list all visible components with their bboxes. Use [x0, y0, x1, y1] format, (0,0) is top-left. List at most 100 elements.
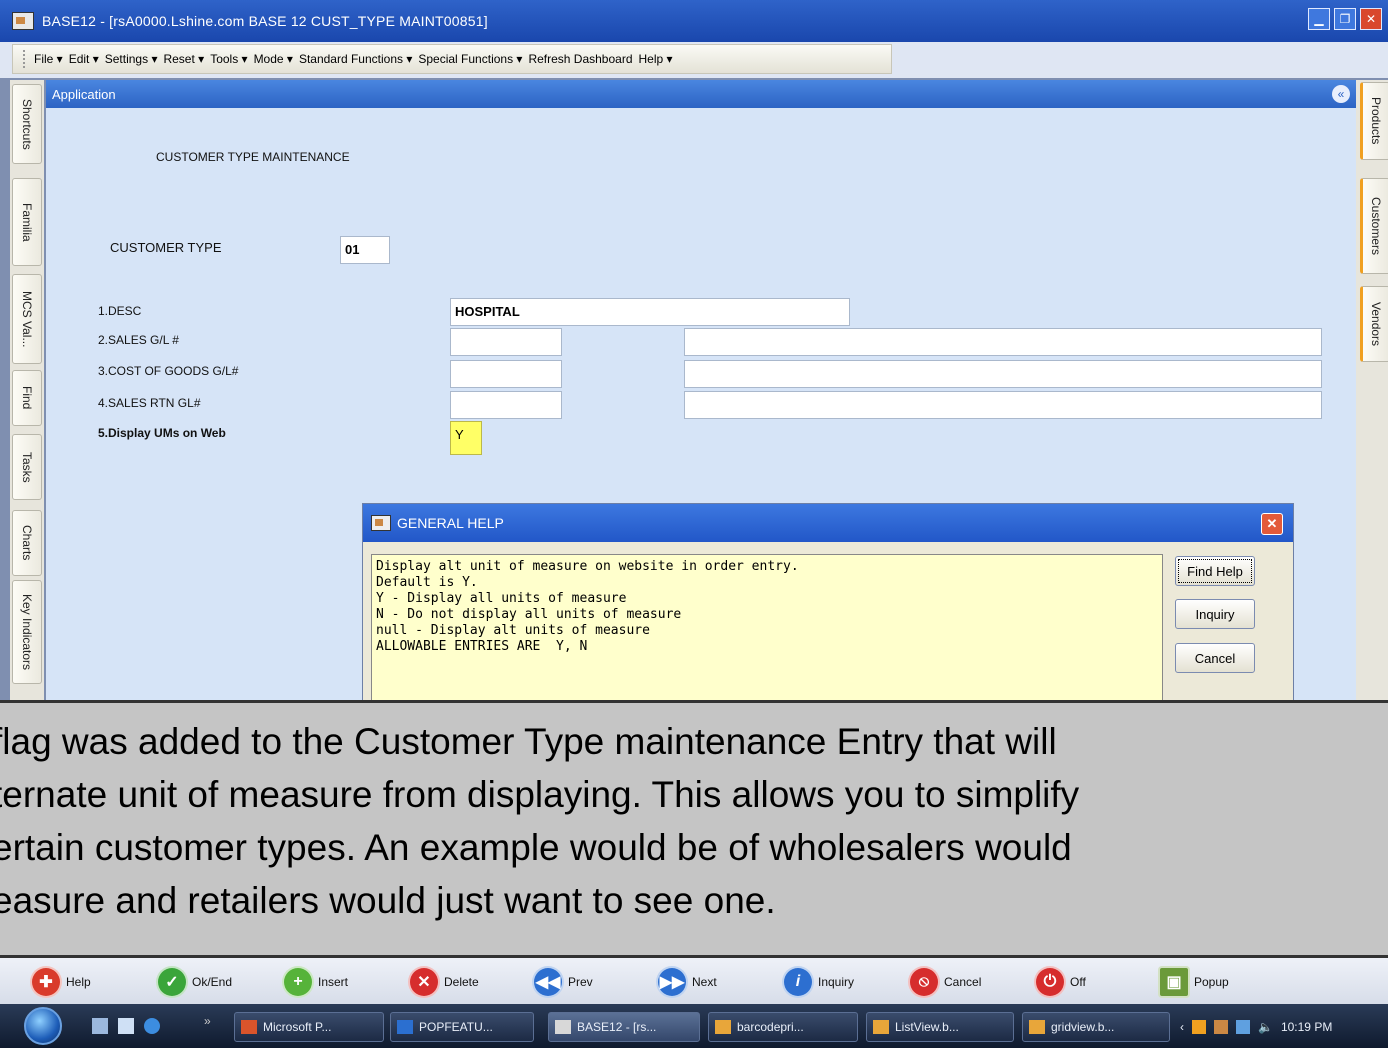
tab-find[interactable]: Find — [12, 370, 42, 426]
grip-handle[interactable] — [23, 50, 26, 68]
next-tool-button[interactable]: ▶▶ Next — [656, 966, 717, 998]
sales-gl-description-field[interactable] — [684, 328, 1322, 356]
power-icon: ⏻ — [1034, 966, 1066, 998]
menu-refresh-dashboard[interactable]: Refresh Dashboard — [528, 52, 632, 66]
customer-type-field[interactable]: 01 — [340, 236, 390, 264]
info-icon: i — [782, 966, 814, 998]
menu-edit[interactable]: Edit ▾ — [69, 52, 99, 66]
prev-tool-label: Prev — [568, 975, 593, 989]
start-button-icon[interactable] — [24, 1007, 62, 1045]
sales-gl-field[interactable] — [450, 328, 562, 356]
find-help-button[interactable]: Find Help — [1175, 556, 1255, 586]
menu-reset[interactable]: Reset ▾ — [163, 52, 204, 66]
cost-of-goods-description-field[interactable] — [684, 360, 1322, 388]
expand-arrow-icon[interactable]: » — [204, 1014, 214, 1030]
dialog-titlebar[interactable]: GENERAL HELP ✕ — [363, 504, 1293, 542]
tab-vendors[interactable]: Vendors — [1360, 286, 1388, 362]
tab-familia-label: Familia — [20, 202, 34, 242]
menu-settings[interactable]: Settings ▾ — [105, 52, 158, 66]
tab-tasks-label: Tasks — [20, 451, 34, 483]
taskbar-item[interactable]: ListView.b... — [866, 1012, 1014, 1042]
taskbar-clock[interactable]: 10:19 PM — [1281, 1020, 1332, 1034]
minimize-icon[interactable]: ▁ — [1308, 8, 1330, 30]
tab-familia[interactable]: Familia — [12, 178, 42, 266]
tab-key-indicators-label: Key Indicators — [20, 593, 34, 671]
taskbar-item[interactable]: barcodepri... — [708, 1012, 858, 1042]
word-icon — [397, 1020, 413, 1034]
help-line: Default is Y. — [376, 575, 478, 590]
tray-expand-icon[interactable]: ‹ — [1180, 1020, 1184, 1034]
close-icon[interactable]: ✕ — [1360, 8, 1382, 30]
tab-vendors-label: Vendors — [1369, 301, 1383, 347]
delete-tool-label: Delete — [444, 975, 479, 989]
tab-key-indicators[interactable]: Key Indicators — [12, 580, 42, 684]
tab-tasks[interactable]: Tasks — [12, 434, 42, 500]
application-header: Application « — [46, 80, 1356, 108]
page-title: CUSTOMER TYPE MAINTENANCE — [156, 150, 350, 164]
taskbar-item[interactable]: POPFEATU... — [390, 1012, 534, 1042]
network-icon[interactable] — [1236, 1020, 1250, 1034]
inquiry-tool-button[interactable]: i Inquiry — [782, 966, 854, 998]
x-icon: ✕ — [408, 966, 440, 998]
show-desktop-icon[interactable] — [92, 1018, 108, 1034]
window-titlebar[interactable]: BASE12 - [rsA0000.Lshine.com BASE 12 CUS… — [0, 0, 1388, 42]
document-icon — [1029, 1020, 1045, 1034]
popup-tool-button[interactable]: ▣ Popup — [1158, 966, 1229, 998]
tab-mcs-val[interactable]: MCS Val... — [12, 274, 42, 364]
tray-app-icon[interactable] — [1192, 1020, 1206, 1034]
help-line: ALLOWABLE ENTRIES ARE Y, N — [376, 639, 588, 654]
tab-customers[interactable]: Customers — [1360, 178, 1388, 274]
tab-shortcuts[interactable]: Shortcuts — [12, 84, 42, 164]
collapse-icon[interactable]: « — [1332, 85, 1350, 103]
caption-line: ertain customer types. An example would … — [0, 827, 1072, 868]
tab-products[interactable]: Products — [1360, 82, 1388, 160]
ok-end-tool-button[interactable]: ✓ Ok/End — [156, 966, 232, 998]
caption-text: flag was added to the Customer Type main… — [0, 715, 1388, 927]
window-controls: ▁ ❐ ✕ — [1308, 8, 1382, 30]
lifebuoy-icon: ✚ — [30, 966, 62, 998]
menu-file[interactable]: File ▾ — [34, 52, 63, 66]
cancel-button[interactable]: Cancel — [1175, 643, 1255, 673]
cancel-tool-label: Cancel — [944, 975, 982, 989]
volume-icon[interactable]: 🔈 — [1258, 1020, 1273, 1034]
menu-mode[interactable]: Mode ▾ — [254, 52, 293, 66]
delete-tool-button[interactable]: ✕ Delete — [408, 966, 479, 998]
insert-tool-label: Insert — [318, 975, 349, 989]
tray-app-icon[interactable] — [1214, 1020, 1228, 1034]
menu-help[interactable]: Help ▾ — [639, 52, 673, 66]
browser-icon[interactable] — [144, 1018, 160, 1034]
powerpoint-icon — [241, 1020, 257, 1034]
next-tool-label: Next — [692, 975, 717, 989]
cost-of-goods-field[interactable] — [450, 360, 562, 388]
sales-rtn-gl-description-field[interactable] — [684, 391, 1322, 419]
off-tool-button[interactable]: ⏻ Off — [1034, 966, 1086, 998]
dialog-close-icon[interactable]: ✕ — [1261, 513, 1283, 535]
menu-standard-functions[interactable]: Standard Functions ▾ — [299, 52, 412, 66]
menu-tools[interactable]: Tools ▾ — [210, 52, 247, 66]
rewind-icon: ◀◀ — [532, 966, 564, 998]
window-switcher-icon[interactable] — [118, 1018, 134, 1034]
help-line: N - Do not display all units of measure — [376, 607, 682, 622]
desc-label: 1.DESC — [98, 304, 142, 318]
cancel-tool-button[interactable]: ⦸ Cancel — [908, 966, 981, 998]
help-line: Y - Display all units of measure — [376, 591, 627, 606]
taskbar-item-label: BASE12 - [rs... — [577, 1020, 657, 1034]
desc-field[interactable]: HOSPITAL — [450, 298, 850, 326]
maximize-icon[interactable]: ❐ — [1334, 8, 1356, 30]
taskbar-item[interactable]: BASE12 - [rs... — [548, 1012, 700, 1042]
checkmark-icon: ✓ — [156, 966, 188, 998]
menu-special-functions[interactable]: Special Functions ▾ — [418, 52, 522, 66]
taskbar-item-label: Microsoft P... — [263, 1020, 332, 1034]
taskbar-item[interactable]: Microsoft P... — [234, 1012, 384, 1042]
off-tool-label: Off — [1070, 975, 1086, 989]
taskbar-item[interactable]: gridview.b... — [1022, 1012, 1170, 1042]
inquiry-button[interactable]: Inquiry — [1175, 599, 1255, 629]
display-ums-field[interactable]: Y — [450, 421, 482, 455]
sales-rtn-gl-field[interactable] — [450, 391, 562, 419]
menu-bar: File ▾ Edit ▾ Settings ▾ Reset ▾ Tools ▾… — [12, 44, 892, 74]
help-text-area[interactable]: Display alt unit of measure on website i… — [371, 554, 1163, 702]
tab-charts[interactable]: Charts — [12, 510, 42, 576]
help-tool-button[interactable]: ✚ Help — [30, 966, 91, 998]
insert-tool-button[interactable]: + Insert — [282, 966, 348, 998]
prev-tool-button[interactable]: ◀◀ Prev — [532, 966, 593, 998]
